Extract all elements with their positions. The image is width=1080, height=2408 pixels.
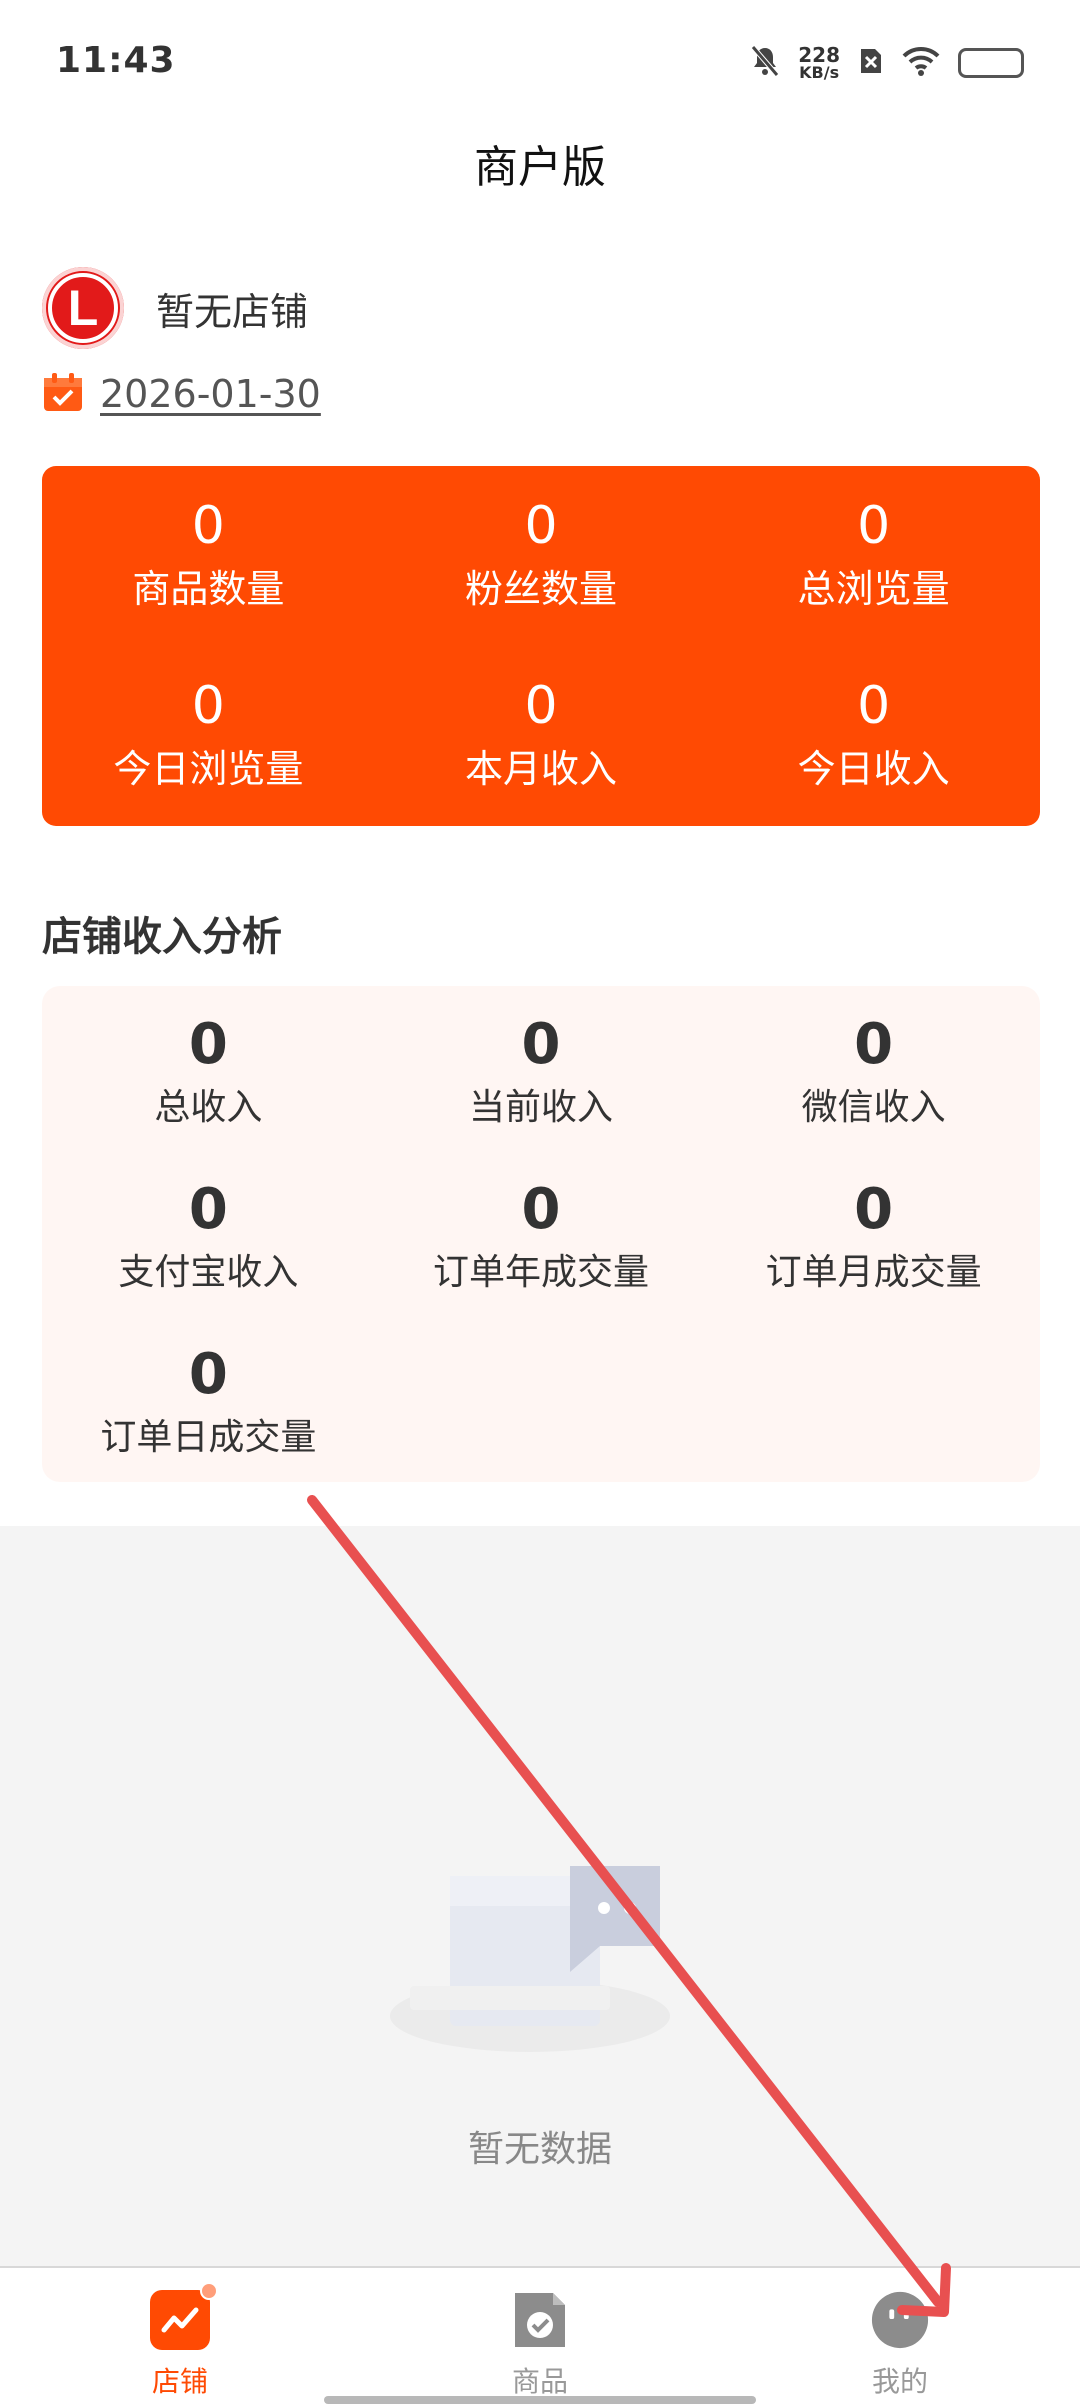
income-value: 0 — [188, 1177, 228, 1242]
empty-state-text: 暂无数据 — [467, 2129, 612, 2170]
shop-header[interactable]: L 暂无店铺 — [42, 266, 308, 350]
stat-fan-count[interactable]: 0 粉丝数量 — [375, 466, 708, 646]
income-total[interactable]: 0 总收入 — [42, 1014, 375, 1179]
income-alipay[interactable]: 0 支付宝收入 — [42, 1179, 375, 1344]
shop-stats-card: 0 商品数量 0 粉丝数量 0 总浏览量 0 今日浏览量 0 本月收入 0 今日… — [42, 466, 1040, 826]
tab-label: 我的 — [871, 2365, 928, 2398]
income-label: 订单年成交量 — [432, 1251, 649, 1293]
tab-products[interactable]: 商品 — [360, 2268, 720, 2408]
bell-muted-icon — [750, 45, 780, 81]
chart-trend-icon — [150, 2282, 218, 2350]
sim-disabled-icon — [858, 46, 884, 80]
stat-label: 总浏览量 — [797, 566, 950, 611]
stat-month-income[interactable]: 0 本月收入 — [375, 646, 708, 826]
stat-value: 0 — [524, 496, 558, 557]
stat-today-views[interactable]: 0 今日浏览量 — [42, 646, 375, 826]
stat-value: 0 — [191, 496, 225, 557]
orders-daily[interactable]: 0 订单日成交量 — [42, 1344, 375, 1509]
stat-value: 0 — [524, 676, 558, 737]
stat-label: 今日收入 — [797, 746, 950, 791]
stat-total-views[interactable]: 0 总浏览量 — [707, 466, 1040, 646]
income-label: 当前收入 — [468, 1086, 613, 1128]
stat-value: 0 — [857, 496, 891, 557]
date-selector[interactable]: 2026-01-30 — [42, 366, 321, 422]
stat-product-count[interactable]: 0 商品数量 — [42, 466, 375, 646]
status-time: 11:43 — [56, 40, 176, 81]
empty-state: 暂无数据 — [0, 1526, 1080, 2266]
income-wechat[interactable]: 0 微信收入 — [707, 1014, 1040, 1179]
stat-label: 商品数量 — [132, 566, 285, 611]
orders-yearly[interactable]: 0 订单年成交量 — [375, 1179, 708, 1344]
tab-shop[interactable]: 店铺 — [0, 2268, 360, 2408]
page-title: 商户版 — [474, 142, 606, 193]
income-value: 0 — [521, 1177, 561, 1242]
empty-box-icon — [390, 1866, 670, 2052]
orders-monthly[interactable]: 0 订单月成交量 — [707, 1179, 1040, 1344]
stat-label: 今日浏览量 — [113, 746, 304, 791]
document-check-icon — [510, 2290, 570, 2350]
avatar[interactable]: L — [42, 267, 124, 349]
income-current[interactable]: 0 当前收入 — [375, 1014, 708, 1179]
income-value: 0 — [188, 1342, 228, 1407]
status-bar: 11:43 228 KB/s — [0, 0, 1080, 126]
stat-value: 0 — [191, 676, 225, 737]
stat-label: 粉丝数量 — [464, 566, 617, 611]
income-label: 微信收入 — [801, 1086, 946, 1128]
income-value: 0 — [188, 1012, 228, 1077]
stat-today-income[interactable]: 0 今日收入 — [707, 646, 1040, 826]
avatar-letter: L — [67, 280, 99, 336]
income-value: 0 — [854, 1177, 894, 1242]
profile-face-icon — [870, 2290, 930, 2350]
income-label: 订单月成交量 — [765, 1251, 982, 1293]
battery-icon — [958, 48, 1024, 78]
shop-name: 暂无店铺 — [156, 289, 309, 334]
stat-label: 本月收入 — [464, 746, 617, 791]
stat-value: 0 — [857, 676, 891, 737]
income-value: 0 — [854, 1012, 894, 1077]
income-label: 订单日成交量 — [100, 1416, 317, 1458]
income-label: 总收入 — [154, 1086, 263, 1128]
tab-label: 店铺 — [151, 2365, 208, 2398]
calendar-icon — [42, 371, 84, 417]
tab-label: 商品 — [511, 2365, 568, 2398]
title-bar: 商户版 — [0, 126, 1080, 200]
income-value: 0 — [521, 1012, 561, 1077]
tab-mine[interactable]: 我的 — [720, 2268, 1080, 2408]
status-icons: 228 KB/s — [750, 40, 1024, 86]
current-date[interactable]: 2026-01-30 — [100, 372, 321, 416]
wifi-icon — [902, 46, 940, 80]
notification-dot — [200, 2282, 218, 2300]
home-indicator[interactable] — [324, 2396, 756, 2404]
bottom-tab-bar: 店铺 商品 我的 — [0, 2266, 1080, 2408]
network-speed: 228 KB/s — [798, 43, 840, 82]
income-label: 支付宝收入 — [118, 1251, 299, 1293]
income-section-title: 店铺收入分析 — [42, 914, 282, 960]
income-analysis-card: 0 总收入 0 当前收入 0 微信收入 0 支付宝收入 0 订单年成交量 0 订… — [42, 986, 1040, 1482]
